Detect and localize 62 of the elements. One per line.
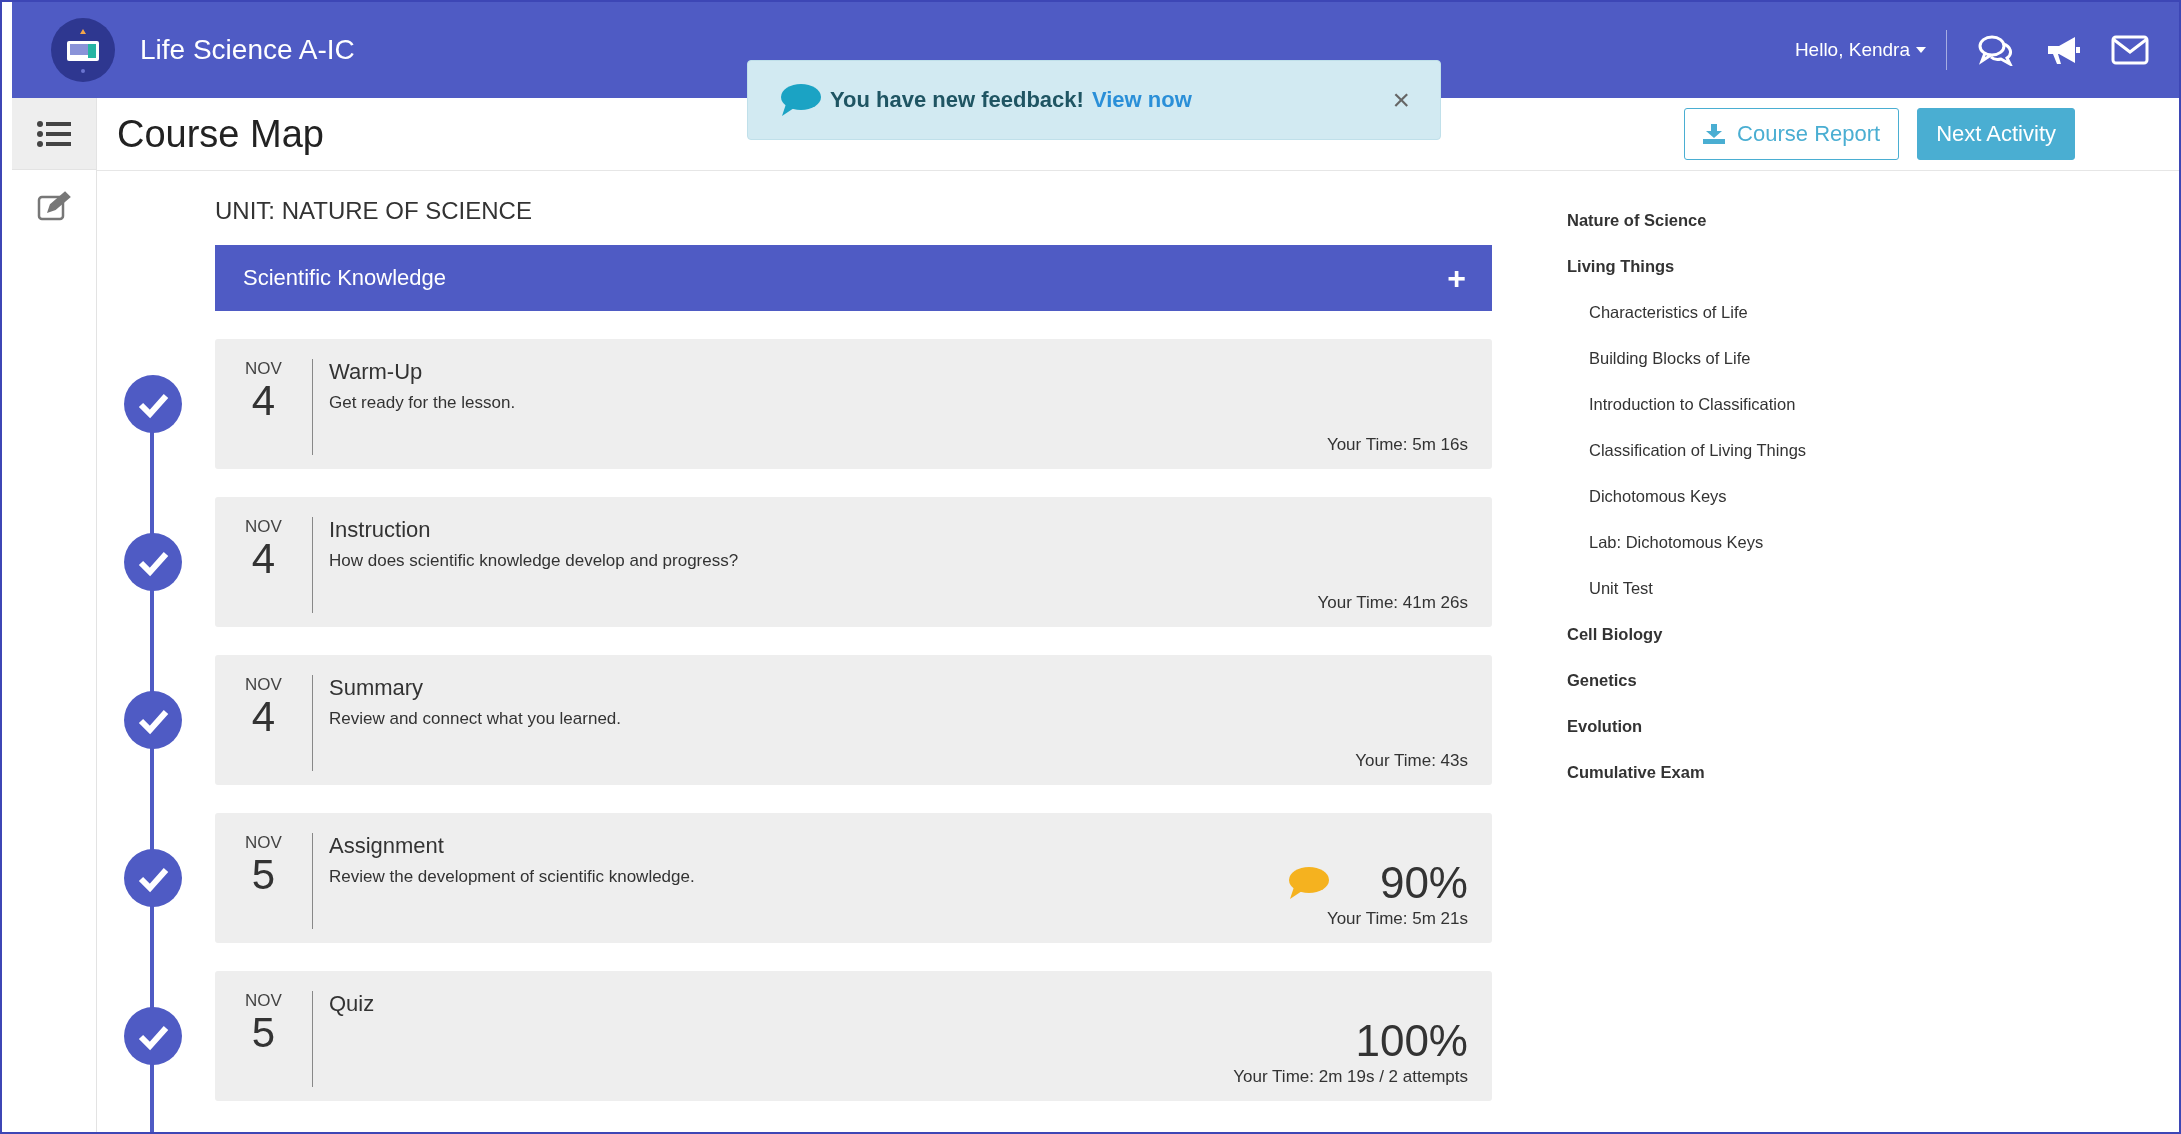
download-icon <box>1703 124 1726 144</box>
activity-day: 4 <box>251 695 276 740</box>
outline-link[interactable]: Cell Biology <box>1567 611 2179 657</box>
activity-title: Summary <box>329 675 425 701</box>
megaphone-icon[interactable] <box>2045 34 2081 66</box>
page-title: Course Map <box>117 112 324 156</box>
activity-description: Get ready for the lesson. <box>329 393 517 413</box>
outline-link[interactable]: Dichotomous Keys <box>1567 473 2179 519</box>
activity-day: 5 <box>251 853 276 898</box>
activity-description: How does scientific knowledge develop and progress? <box>329 551 740 571</box>
activity-time: Your Time: 41m 26s <box>1317 593 1468 613</box>
outline-link[interactable]: Cumulative Exam <box>1567 749 2179 795</box>
comment-icon <box>778 82 822 118</box>
course-title: Life Science A-IC <box>140 34 355 66</box>
outline-link[interactable]: Classification of Living Things <box>1567 427 2179 473</box>
activity-card[interactable]: NOV 4 Summary Review and connect what you learned. Your Time: 43s <box>215 655 1492 785</box>
logo-icon <box>50 17 116 83</box>
expand-button[interactable]: + <box>1447 259 1466 297</box>
activity-time: Your Time: 2m 19s / 2 attempts <box>1233 1067 1468 1087</box>
activity-score: 90% <box>1379 861 1468 905</box>
activity-time: Your Time: 43s <box>1355 751 1468 771</box>
activity-description: Review and connect what you learned. <box>329 709 622 729</box>
outline-link[interactable]: Building Blocks of Life <box>1567 335 2179 381</box>
activity-title: Quiz <box>329 991 376 1017</box>
activity-day: 4 <box>251 537 276 582</box>
outline-link[interactable]: Unit Test <box>1567 565 2179 611</box>
outline-link[interactable]: Evolution <box>1567 703 2179 749</box>
activity-description: Review the development of scientific knowledge. <box>329 867 696 887</box>
activity-card[interactable]: NOV 4 Warm-Up Get ready for the lesson. Your Time: 5m 16s <box>215 339 1492 469</box>
outline-link[interactable]: Characteristics of Life <box>1567 289 2179 335</box>
activity-time: Your Time: 5m 21s <box>1326 909 1468 929</box>
unit-title: UNIT: NATURE OF SCIENCE <box>215 197 533 225</box>
menu-button[interactable] <box>12 98 96 170</box>
activity-title: Warm-Up <box>329 359 424 385</box>
list-icon <box>37 119 71 148</box>
toast-message: You have new feedback! <box>830 87 1084 113</box>
activity-score: 100% <box>1355 1019 1468 1063</box>
section-title: Scientific Knowledge <box>243 265 446 291</box>
chat-icon[interactable] <box>1977 34 2015 66</box>
caret-icon <box>1916 47 1926 53</box>
activity-card[interactable]: NOV 4 Instruction How does scientific knowledge develop and progress? Your Time: 41m 26s <box>215 497 1492 627</box>
activity-card[interactable]: NOV 5 Assignment Review the development of scientific knowledge. 90% Your Time: 5m 21s <box>215 813 1492 943</box>
outline-link[interactable]: Nature of Science <box>1567 197 2179 243</box>
close-button[interactable]: × <box>1386 83 1416 117</box>
activity-day: 5 <box>251 1011 276 1056</box>
activity-title: Assignment <box>329 833 445 859</box>
user-menu[interactable]: Hello, Kendra <box>1794 30 1947 70</box>
activity-card[interactable]: NOV 5 Quiz 100% Your Time: 2m 19s / 2 attempts <box>215 971 1492 1101</box>
activity-month: NOV <box>245 991 282 1011</box>
activity-day: 4 <box>251 379 276 424</box>
mail-icon[interactable] <box>2111 35 2149 65</box>
outline-link[interactable]: Lab: Dichotomous Keys <box>1567 519 2179 565</box>
activity-month: NOV <box>245 833 282 853</box>
outline-link[interactable]: Introduction to Classification <box>1567 381 2179 427</box>
outline-link[interactable]: Genetics <box>1567 657 2179 703</box>
activity-month: NOV <box>245 675 282 695</box>
edit-icon <box>37 191 71 221</box>
activity-title: Instruction <box>329 517 432 543</box>
activity-time: Your Time: 5m 16s <box>1326 435 1468 455</box>
activity-month: NOV <box>245 359 282 379</box>
outline-link[interactable]: Living Things <box>1567 243 2179 289</box>
activity-month: NOV <box>245 517 282 537</box>
